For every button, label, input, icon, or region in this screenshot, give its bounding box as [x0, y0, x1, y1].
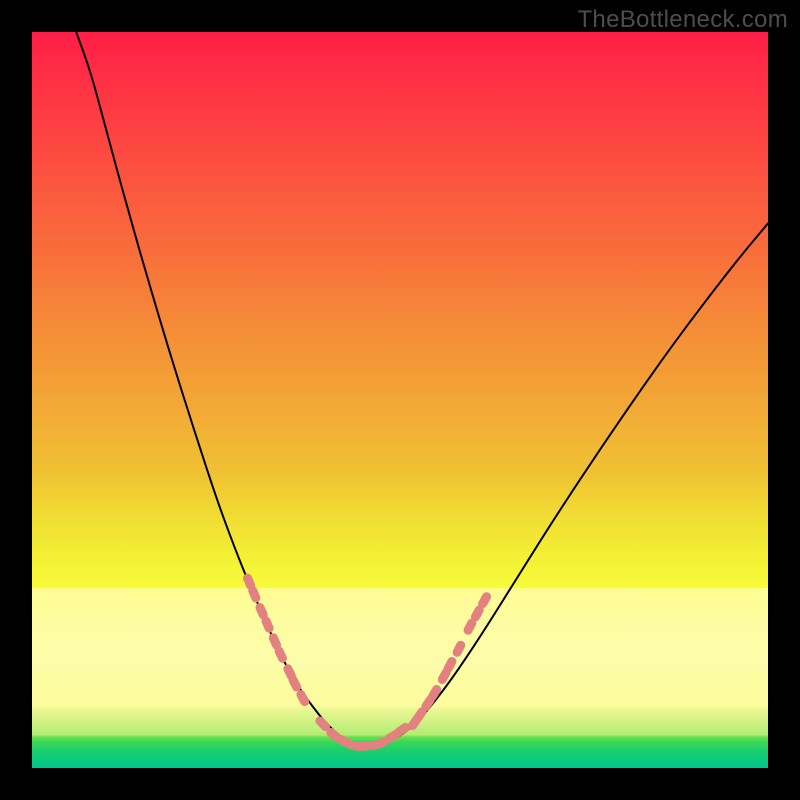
gradient-background	[32, 32, 768, 768]
watermark-text: TheBottleneck.com	[577, 6, 788, 34]
chart-frame: TheBottleneck.com	[0, 0, 800, 800]
chart-svg	[32, 32, 768, 768]
plot-area	[32, 32, 768, 768]
